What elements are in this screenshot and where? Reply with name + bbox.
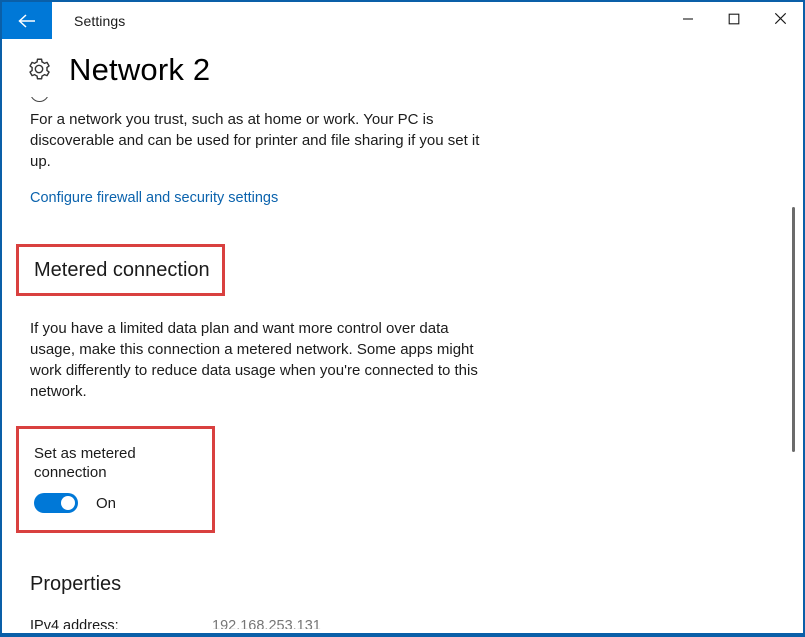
- property-key: IPv4 address:: [30, 618, 119, 629]
- title-bar: Settings: [2, 2, 803, 39]
- property-value: 192.168.253.131: [212, 618, 321, 629]
- scrollbar-thumb[interactable]: [792, 207, 795, 452]
- minimize-button[interactable]: [665, 2, 711, 39]
- metered-toggle-state: On: [96, 494, 117, 512]
- gear-icon: [26, 56, 52, 82]
- vertical-scrollbar[interactable]: [787, 41, 801, 629]
- table-row: IPv4 address: 192.168.253.131: [30, 617, 321, 629]
- window-controls: [665, 2, 803, 39]
- metered-connection-annotation-box: Metered connection: [16, 244, 225, 296]
- metered-toggle-annotation-box: Set as metered connection On: [16, 426, 215, 533]
- page-title: Network 2: [69, 51, 211, 87]
- metered-toggle-label: Set as metered connection: [34, 445, 136, 481]
- toggle-knob: [61, 496, 75, 510]
- minimize-icon: [682, 12, 694, 30]
- close-icon: [774, 12, 787, 30]
- maximize-button[interactable]: [711, 2, 757, 39]
- network-profile-private-option[interactable]: Private: [30, 97, 801, 102]
- arrow-left-icon: [17, 13, 37, 29]
- radio-button-icon: [30, 97, 49, 102]
- network-profile-private-label: Private: [60, 97, 107, 101]
- metered-connection-toggle[interactable]: [34, 493, 78, 513]
- settings-window: Settings Network 2 For a network you tru…: [0, 0, 805, 637]
- back-button[interactable]: [2, 2, 52, 39]
- properties-heading: Properties: [30, 573, 122, 595]
- close-button[interactable]: [757, 2, 803, 39]
- configure-firewall-link[interactable]: Configure firewall and security settings: [30, 190, 278, 206]
- metered-toggle-row: On: [34, 493, 212, 513]
- settings-content: Private For a network you trust, such as…: [4, 97, 801, 629]
- metered-connection-heading: Metered connection: [34, 259, 210, 281]
- window-title: Settings: [74, 12, 126, 29]
- properties-table: IPv4 address: 192.168.253.131 IPv4 DNS s…: [30, 617, 321, 629]
- network-profile-description: For a network you trust, such as at home…: [30, 111, 480, 170]
- page-header: Network 2: [4, 41, 801, 97]
- maximize-icon: [728, 12, 740, 30]
- metered-connection-description: If you have a limited data plan and want…: [30, 320, 478, 400]
